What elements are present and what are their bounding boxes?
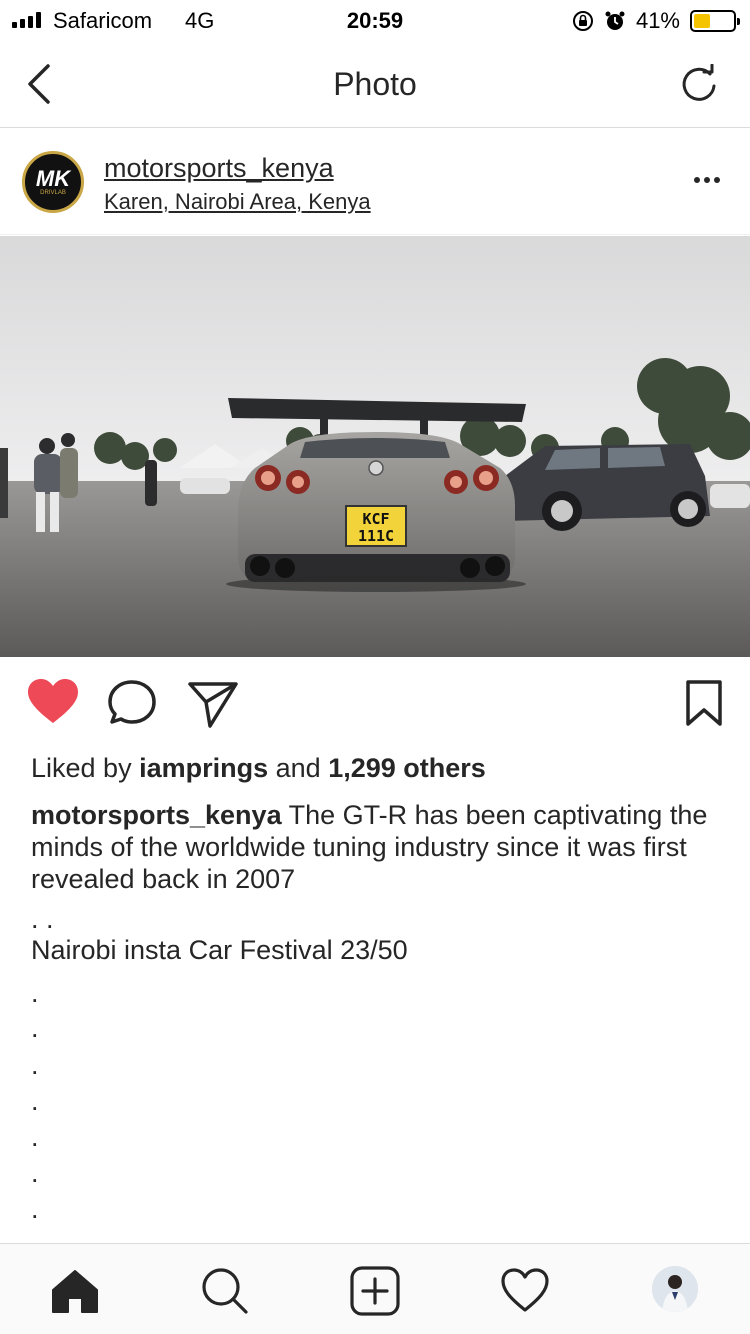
caption-line: Nairobi insta Car Festival 23/50 bbox=[31, 935, 408, 965]
status-bar: Safaricom 4G 20:59 41% bbox=[0, 0, 750, 40]
post-actions bbox=[0, 676, 750, 736]
battery-fill bbox=[694, 14, 710, 28]
bookmark-icon bbox=[686, 680, 722, 726]
likes-joiner: and bbox=[275, 753, 321, 783]
activity-heart-icon bbox=[501, 1268, 549, 1312]
post-location[interactable]: Karen, Nairobi Area, Kenya bbox=[104, 189, 371, 215]
tab-new-post[interactable] bbox=[350, 1266, 400, 1316]
avatar-logo-subtext: DRIVLAB bbox=[40, 189, 66, 196]
caption-line: . bbox=[31, 978, 39, 1008]
comment-icon bbox=[108, 680, 156, 724]
license-plate-line-2: 111C bbox=[358, 527, 394, 545]
caption-line: . bbox=[31, 1013, 39, 1043]
car-photo-illustration: KCF 111C bbox=[0, 236, 750, 657]
avatar-logo-text: MK bbox=[35, 165, 71, 191]
post-username[interactable]: motorsports_kenya bbox=[104, 153, 334, 184]
likes-others-count[interactable]: 1,299 others bbox=[328, 753, 486, 783]
home-icon bbox=[52, 1270, 98, 1313]
share-button[interactable] bbox=[186, 676, 240, 730]
more-dot bbox=[694, 177, 700, 183]
license-plate-line-1: KCF bbox=[362, 510, 389, 528]
nav-bar: Photo bbox=[0, 40, 750, 128]
alarm-icon bbox=[605, 11, 625, 30]
caption-line: . . bbox=[31, 904, 54, 934]
caption-line: . bbox=[31, 1194, 39, 1224]
likes-summary: Liked by iamprings and 1,299 others bbox=[31, 753, 486, 784]
more-dot bbox=[704, 177, 710, 183]
heart-filled-icon bbox=[28, 679, 78, 723]
like-button[interactable] bbox=[26, 676, 80, 730]
tab-home[interactable] bbox=[50, 1266, 100, 1316]
comment-button[interactable] bbox=[106, 676, 160, 730]
refresh-button[interactable] bbox=[680, 63, 720, 104]
battery-icon bbox=[690, 10, 740, 32]
caption-line: . bbox=[31, 1050, 39, 1080]
refresh-icon bbox=[682, 63, 716, 101]
paper-plane-icon bbox=[188, 682, 238, 728]
user-avatar[interactable]: MK DRIVLAB bbox=[22, 151, 84, 213]
save-button[interactable] bbox=[680, 676, 734, 730]
post-caption: motorsports_kenya The GT-R has been capt… bbox=[31, 799, 721, 895]
post-header: MK DRIVLAB motorsports_kenya Karen, Nair… bbox=[0, 129, 750, 235]
post-photo[interactable]: KCF 111C bbox=[0, 236, 750, 657]
likes-prefix: Liked by bbox=[31, 753, 132, 783]
more-options-button[interactable] bbox=[694, 177, 720, 183]
tab-search[interactable] bbox=[200, 1266, 250, 1316]
caption-username[interactable]: motorsports_kenya bbox=[31, 800, 282, 830]
liked-by-user[interactable]: iamprings bbox=[139, 753, 268, 783]
bottom-tab-bar bbox=[0, 1243, 750, 1334]
page-title: Photo bbox=[333, 66, 417, 102]
caption-line: . bbox=[31, 1122, 39, 1152]
caption-line: . bbox=[31, 1158, 39, 1188]
tab-activity[interactable] bbox=[500, 1266, 550, 1316]
more-dot bbox=[714, 177, 720, 183]
profile-avatar-image bbox=[652, 1266, 698, 1312]
rotation-lock-icon bbox=[572, 11, 593, 31]
add-post-icon bbox=[350, 1266, 400, 1316]
status-right: 41% bbox=[572, 8, 740, 34]
caption-line: . bbox=[31, 1086, 39, 1116]
search-icon bbox=[202, 1268, 248, 1314]
tab-profile-avatar[interactable] bbox=[652, 1266, 698, 1312]
battery-percent: 41% bbox=[635, 8, 680, 33]
